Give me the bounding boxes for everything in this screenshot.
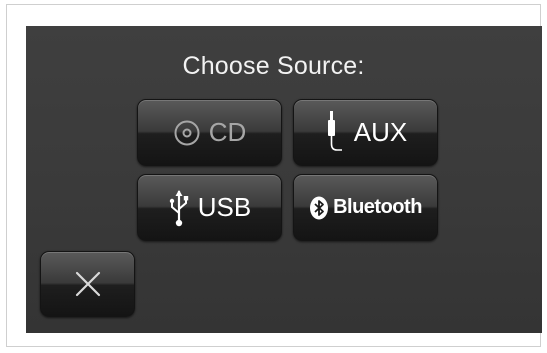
page-title: Choose Source:: [182, 52, 365, 80]
close-icon: [73, 269, 103, 299]
aux-source-button[interactable]: AUX: [293, 99, 438, 166]
bluetooth-icon: [309, 196, 329, 220]
bluetooth-source-button[interactable]: Bluetooth: [293, 174, 438, 241]
cd-source-button[interactable]: CD: [137, 99, 282, 166]
disc-icon: [173, 119, 201, 147]
bluetooth-label: Bluetooth: [333, 196, 422, 218]
aux-jack-icon: [324, 110, 346, 156]
usb-icon: [168, 189, 190, 227]
aux-label: AUX: [353, 117, 408, 147]
usb-source-button[interactable]: USB: [137, 174, 282, 241]
usb-label: USB: [197, 192, 252, 222]
close-button[interactable]: [40, 251, 135, 317]
cd-label: CD: [208, 117, 247, 147]
